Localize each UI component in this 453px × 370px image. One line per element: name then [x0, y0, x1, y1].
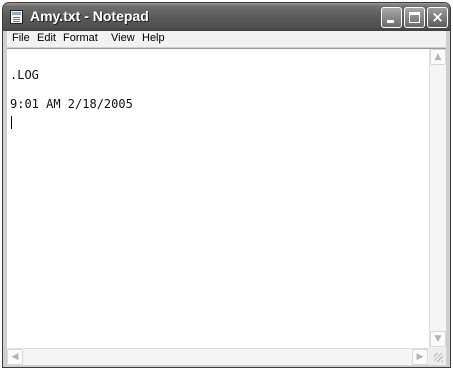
menu-file[interactable]: File	[12, 32, 30, 44]
title-bar[interactable]: Amy.txt - Notepad ×	[3, 3, 450, 31]
scroll-up-icon[interactable]: ▲	[430, 49, 446, 65]
vertical-scrollbar[interactable]: ▲ ▼	[429, 49, 446, 348]
editor: .LOG 9:01 AM 2/18/2005 ▲ ▼ ◀ ▶	[7, 48, 446, 365]
menu-view[interactable]: View	[111, 32, 135, 44]
maximize-icon	[409, 12, 420, 23]
text-line: .LOG	[10, 68, 39, 82]
minimize-icon	[387, 20, 394, 23]
menu-bar: File Edit Format View Help	[7, 31, 446, 47]
text-editor[interactable]: .LOG 9:01 AM 2/18/2005	[7, 49, 429, 348]
menu-help[interactable]: Help	[142, 32, 165, 44]
minimize-button[interactable]	[381, 7, 402, 28]
scroll-right-icon[interactable]: ▶	[412, 349, 428, 365]
notepad-icon[interactable]	[10, 10, 23, 24]
menu-format[interactable]: Format	[63, 32, 98, 44]
horizontal-scrollbar[interactable]: ◀ ▶	[7, 348, 429, 365]
scroll-down-icon[interactable]: ▼	[430, 331, 446, 347]
resize-grip-icon[interactable]	[429, 348, 446, 365]
close-icon: ×	[431, 8, 444, 26]
scroll-left-icon[interactable]: ◀	[7, 349, 23, 365]
maximize-button[interactable]	[404, 7, 425, 28]
text-caret	[11, 116, 12, 129]
close-button[interactable]: ×	[427, 7, 448, 28]
text-line: 9:01 AM 2/18/2005	[10, 97, 133, 111]
menu-edit[interactable]: Edit	[37, 32, 56, 44]
notepad-window: Amy.txt - Notepad × File Edit Format Vie…	[2, 2, 451, 368]
window-title: Amy.txt - Notepad	[30, 8, 149, 24]
